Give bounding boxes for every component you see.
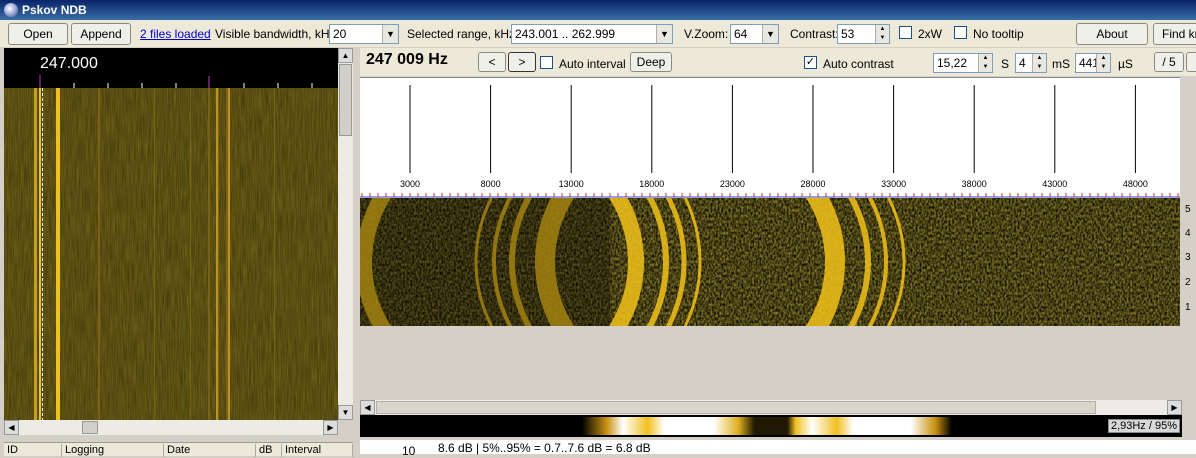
selected-range-select[interactable]: 243.001 .. 262.999 ▼ [511, 24, 673, 44]
scroll-left-icon[interactable]: ◀ [4, 420, 19, 435]
spinner-arrows-icon[interactable]: ▲ ▼ [978, 54, 992, 72]
contrast-value: 53 [841, 27, 855, 41]
auto-interval-label: Auto interval [559, 57, 626, 71]
signal-strength-canvas [360, 417, 1182, 435]
spectrogram-canvas [298, 88, 1180, 436]
files-loaded-link[interactable]: 2 files loaded [140, 27, 211, 41]
left-frequency-header: 247.000 [4, 48, 338, 88]
column-header-date[interactable]: Date [164, 444, 256, 457]
about-button[interactable]: About [1076, 23, 1148, 45]
spectrum-horizontal-scrollbar[interactable]: ◀ ▶ [360, 400, 1182, 415]
open-button[interactable]: Open [8, 23, 68, 45]
spectrum-tick-label: 33000 [881, 179, 906, 189]
measurement-info: 10 8.6 dB | 5%..95% = 0.7..7.6 dB = 6.8 … [360, 440, 1196, 458]
app-icon [4, 3, 18, 17]
signal-strength-bar: 2,93Hz / 95% [360, 415, 1182, 437]
no-tooltip-checkbox[interactable] [954, 26, 967, 39]
chevron-down-icon[interactable]: ▼ [656, 25, 672, 43]
seconds-unit: S [1001, 57, 1010, 71]
scale-label: 1 [1185, 302, 1191, 313]
frequency-readout: 247 009 Hz [366, 51, 448, 68]
seconds-value: 15,22 [937, 56, 968, 70]
visible-bandwidth-select[interactable]: 20 ▼ [329, 24, 399, 44]
auto-contrast-checkbox[interactable]: ✓ [804, 56, 817, 69]
spectrum-tick-label: 13000 [559, 179, 584, 189]
left-frequency-ruler [39, 75, 313, 88]
scroll-thumb[interactable] [339, 64, 352, 136]
scroll-up-icon[interactable]: ▲ [338, 48, 353, 63]
twoxw-checkbox[interactable] [899, 26, 912, 39]
contrast-label: Contrast: [790, 27, 839, 41]
visible-bandwidth-value: 20 [333, 27, 347, 41]
deep-button[interactable]: Deep [630, 52, 672, 72]
spectrum-plot[interactable]: 3000 8000 13000 18000 23000 28000 33000 38000 43… [360, 77, 1180, 198]
empty-area [360, 326, 1180, 400]
spectrum-tick-label: 23000 [720, 179, 745, 189]
left-vertical-scrollbar[interactable]: ▲ ▼ [338, 48, 353, 420]
next-button[interactable]: > [508, 52, 536, 72]
main-toolbar: Open Append 2 files loaded Visible bandw… [0, 20, 1196, 47]
left-waterfall[interactable] [4, 88, 338, 420]
milliseconds-unit: mS [1052, 57, 1070, 71]
no-tooltip-label: No tooltip [973, 27, 1024, 41]
measurement-text: 8.6 dB | 5%..95% = 0.7..7.6 dB = 6.8 dB [438, 441, 651, 455]
previous-button[interactable]: < [478, 52, 506, 72]
auto-interval-checkbox[interactable] [540, 56, 553, 69]
column-header-logging[interactable]: Logging [62, 444, 164, 457]
spinner-arrows-icon[interactable]: ▲ ▼ [875, 25, 889, 43]
title-bar: Pskov NDB [0, 0, 1196, 20]
spectrum-tick-label: 28000 [800, 179, 825, 189]
spinner-arrows-icon[interactable]: ▲ ▼ [1032, 54, 1046, 72]
scroll-thumb[interactable] [82, 421, 98, 434]
spectrum-canvas: 3000 8000 13000 18000 23000 28000 33000 38000 43… [360, 85, 1180, 198]
right-edge-scale: 5 4 3 2 1 [1182, 198, 1196, 454]
vzoom-select[interactable]: 64 ▼ [730, 24, 779, 44]
microseconds-spinner[interactable]: 441 ▲ ▼ [1075, 53, 1111, 73]
left-waterfall-canvas [4, 88, 338, 420]
left-horizontal-scrollbar[interactable]: ◀ ▶ [4, 420, 338, 435]
scroll-thumb[interactable] [376, 401, 1096, 414]
scale-label: 5 [1185, 204, 1191, 215]
spectrum-tick-label: 18000 [639, 179, 664, 189]
milliseconds-value: 4 [1019, 56, 1026, 70]
column-header-interval[interactable]: Interval [282, 444, 353, 457]
scale-label: 3 [1185, 252, 1191, 263]
scroll-right-icon[interactable]: ▶ [323, 420, 338, 435]
column-header-id[interactable]: ID [4, 444, 62, 457]
find-known-button[interactable]: Find kn [1153, 23, 1196, 45]
scroll-left-icon[interactable]: ◀ [360, 400, 375, 415]
visible-bandwidth-label: Visible bandwidth, kHz: [215, 27, 339, 41]
scroll-right-icon[interactable]: ▶ [1167, 400, 1182, 415]
vzoom-value: 64 [734, 27, 748, 41]
contrast-spinner[interactable]: 53 ▲ ▼ [837, 24, 890, 44]
spectrogram[interactable] [298, 88, 1180, 436]
scale-label: 4 [1185, 228, 1191, 239]
spectrum-tick-label: 38000 [962, 179, 987, 189]
column-header-db[interactable]: dB [256, 444, 282, 457]
vzoom-label: V.Zoom: [684, 27, 729, 41]
analysis-toolbar: 247 009 Hz < > Auto interval Deep ✓ Auto… [360, 48, 1196, 76]
spinner-arrows-icon[interactable]: ▲ ▼ [1096, 54, 1110, 72]
append-button[interactable]: Append [71, 23, 131, 45]
extra-button[interactable] [1186, 52, 1196, 72]
chevron-down-icon[interactable]: ▼ [762, 25, 778, 43]
microseconds-unit: µS [1118, 57, 1133, 71]
resolution-label: 2,93Hz / 95% [1107, 419, 1180, 433]
spectrum-tick-label: 43000 [1042, 179, 1067, 189]
seconds-spinner[interactable]: 15,22 ▲ ▼ [933, 53, 993, 73]
divide-button[interactable]: / 5 [1154, 52, 1184, 72]
spectrum-tick-label: 48000 [1123, 179, 1148, 189]
chevron-down-icon[interactable]: ▼ [382, 25, 398, 43]
spectrum-tick-label: 3000 [400, 179, 420, 189]
selected-range-label: Selected range, kHz: [407, 27, 519, 41]
milliseconds-spinner[interactable]: 4 ▲ ▼ [1015, 53, 1047, 73]
selected-range-value: 243.001 .. 262.999 [515, 27, 616, 41]
scroll-down-icon[interactable]: ▼ [338, 405, 353, 420]
twoxw-label: 2xW [918, 27, 942, 41]
spectrum-tick-label: 8000 [481, 179, 501, 189]
window-title: Pskov NDB [22, 3, 87, 17]
scale-label: 2 [1185, 277, 1191, 288]
auto-contrast-label: Auto contrast [823, 57, 894, 71]
row-number: 10 [402, 444, 416, 458]
